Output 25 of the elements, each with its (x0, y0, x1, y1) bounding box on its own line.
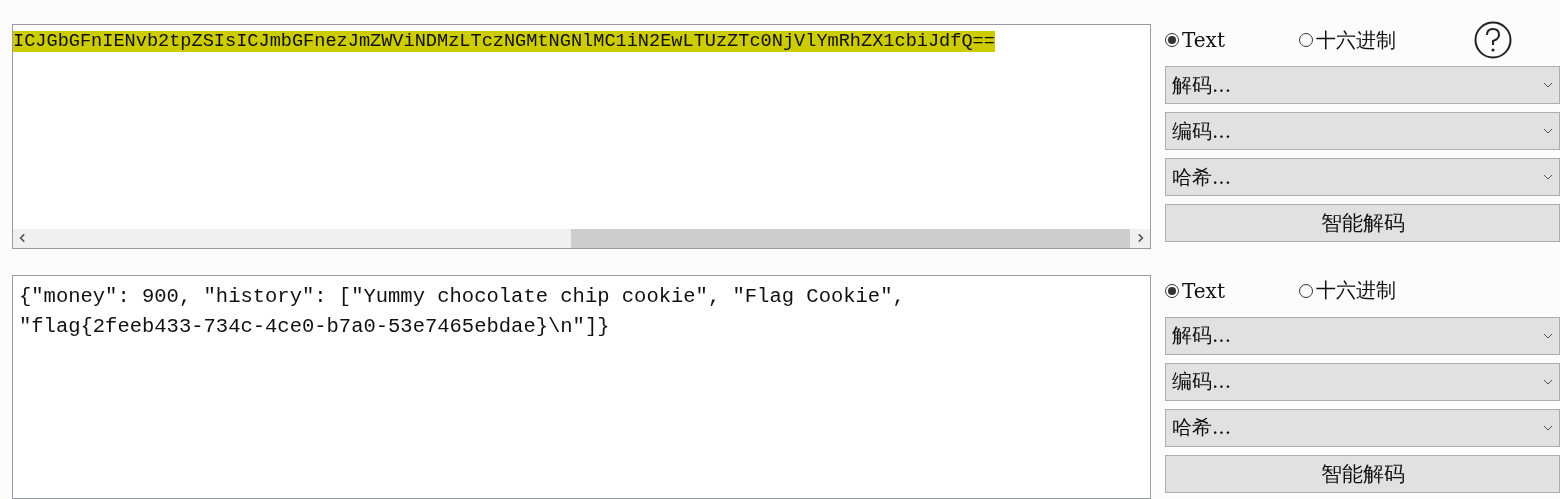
dropdown[interactable]: 解码... (1165, 66, 1560, 104)
help-icon[interactable] (1473, 20, 1513, 60)
scrollbar-thumb[interactable] (570, 228, 1130, 248)
chevron-icon (1543, 378, 1553, 385)
smart-decode-button[interactable]: 智能解码 (1165, 204, 1560, 242)
horizontal-scrollbar[interactable] (13, 228, 1150, 248)
radio-option[interactable]: Text (1165, 28, 1299, 52)
dropdown[interactable]: 哈希... (1165, 158, 1560, 196)
text-content: {"money": 900, "history": ["Yummy chocolate chip cookie", "Flag Cookie", "flag{2feeb433-734c-4ce0-b7a0-53e7465ebdae}\n"]} (19, 284, 906, 338)
dropdown[interactable]: 编码... (1165, 362, 1560, 401)
radio-option[interactable]: 十六进制 (1299, 26, 1433, 54)
text-content: ICJGbGFnIENvb2tpZSIsICJmbGFnezJmZWViNDMzLTczNGMtNGNlMC1iN2EwLTUzZTc0NjVlYmRhZX1cbiJdfQ== (13, 31, 995, 52)
chevron-icon (1543, 128, 1553, 134)
text-area[interactable]: ICJGbGFnIENvb2tpZSIsICJmbGFnezJmZWViNDMzLTczNGMtNGNlMC1iN2EwLTUzZTc0NjVlYmRhZX1cbiJdfQ== (12, 24, 1151, 249)
smart-decode-button[interactable]: 智能解码 (1165, 454, 1560, 493)
chevron-icon (1543, 332, 1553, 339)
text-area[interactable]: {"money": 900, "history": ["Yummy chocolate chip cookie", "Flag Cookie", "flag{2feeb433-734c-4ce0-b7a0-53e7465ebdae}\n"]} (12, 274, 1151, 499)
dropdown[interactable]: 哈希... (1165, 408, 1560, 447)
chevron-icon (1543, 82, 1553, 88)
radio-option[interactable]: 十六进制 (1299, 277, 1433, 304)
chevron-icon (1543, 424, 1553, 431)
chevron-icon (1543, 174, 1553, 180)
dropdown[interactable]: 解码... (1165, 316, 1560, 355)
radio-option[interactable]: Text (1165, 278, 1299, 303)
dropdown[interactable]: 编码... (1165, 112, 1560, 150)
